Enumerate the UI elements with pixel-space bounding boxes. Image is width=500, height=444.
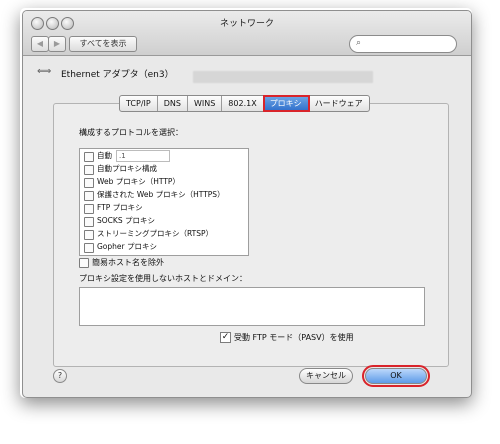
exclude-simple-hosts-label: 簡易ホスト名を除外 — [92, 258, 164, 267]
protocol-checkbox[interactable] — [84, 243, 94, 253]
tab-proxy[interactable]: プロキシ — [262, 95, 310, 112]
cancel-button[interactable]: キャンセル — [299, 368, 353, 384]
protocol-select-label: 構成するプロトコルを選択： — [79, 128, 183, 137]
titlebar: ネットワーク ◀ ▶ すべてを表示 ⌕ — [23, 11, 471, 56]
ok-button[interactable]: OK — [362, 365, 430, 387]
adapter-title: Ethernet アダプタ（en3） — [61, 70, 174, 80]
show-all-button[interactable]: すべてを表示 — [69, 36, 137, 52]
passive-ftp-label: 受動 FTP モード（PASV）を使用 — [234, 333, 354, 342]
window-title: ネットワーク — [219, 19, 274, 29]
exclude-simple-hosts-checkbox[interactable] — [79, 258, 89, 268]
list-item[interactable]: Web プロキシ（HTTP） — [80, 176, 248, 188]
list-item[interactable]: Gopher プロキシ — [80, 241, 248, 253]
list-item[interactable]: 自動プロキシ構成 — [80, 163, 248, 175]
tab-8021x[interactable]: 802.1X — [222, 96, 264, 111]
protocol-checkbox[interactable] — [84, 204, 94, 214]
protocol-list[interactable]: 自動 .1 自動プロキシ構成 Web プロキシ（HTTP） 保護された Web … — [79, 148, 249, 256]
list-item[interactable]: FTP プロキシ — [80, 202, 248, 214]
tab-tcpip[interactable]: TCP/IP — [120, 96, 158, 111]
list-item[interactable]: 保護された Web プロキシ（HTTPS） — [80, 189, 248, 201]
protocol-checkbox[interactable] — [84, 152, 94, 162]
protocol-checkbox[interactable] — [84, 191, 94, 201]
bypass-hosts-label: プロキシ設定を使用しないホストとドメイン： — [79, 274, 247, 283]
list-item[interactable]: SOCKS プロキシ — [80, 215, 248, 227]
search-icon: ⌕ — [356, 38, 362, 48]
tab-hardware[interactable]: ハードウェア — [309, 96, 369, 111]
network-preferences-window: ネットワーク ◀ ▶ すべてを表示 ⌕ ⟺ Ethernet アダプタ（en3）… — [22, 10, 472, 398]
list-item[interactable]: ストリーミングプロキシ（RTSP） — [80, 228, 248, 240]
tab-bar: TCP/IP DNS WINS 802.1X プロキシ ハードウェア — [119, 95, 370, 112]
auto-field[interactable]: .1 — [116, 150, 170, 162]
forward-button[interactable]: ▶ — [48, 36, 66, 52]
back-button[interactable]: ◀ — [31, 36, 49, 52]
help-button[interactable]: ? — [53, 369, 67, 383]
ethernet-icon: ⟺ — [37, 66, 52, 77]
search-field[interactable]: ⌕ — [349, 35, 457, 53]
passive-ftp-checkbox[interactable]: ✓ — [220, 332, 231, 343]
protocol-checkbox[interactable] — [84, 178, 94, 188]
bypass-hosts-textarea[interactable] — [79, 287, 425, 326]
protocol-checkbox[interactable] — [84, 217, 94, 227]
protocol-checkbox[interactable] — [84, 230, 94, 240]
tab-wins[interactable]: WINS — [188, 96, 223, 111]
list-item[interactable]: 自動 .1 — [80, 150, 248, 162]
protocol-checkbox[interactable] — [84, 165, 94, 175]
tab-dns[interactable]: DNS — [158, 96, 188, 111]
background-field — [193, 71, 373, 83]
